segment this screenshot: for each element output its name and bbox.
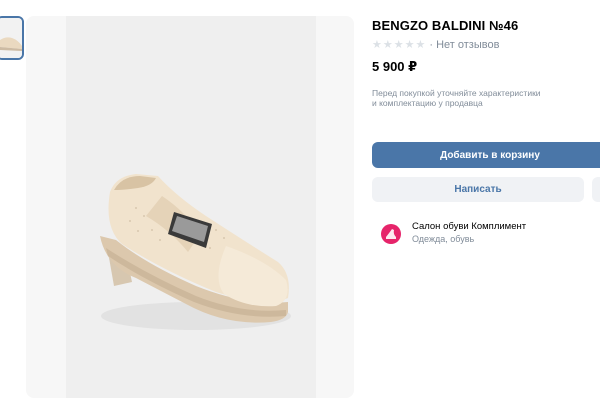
purchase-note: Перед покупкой уточняйте характеристики … [372,88,587,108]
shoe-thumbnail-image [0,18,22,58]
seller-avatar[interactable] [381,224,401,244]
shoe-logo-icon [386,229,396,239]
add-to-cart-button[interactable]: Добавить в корзину [372,142,600,168]
product-title: BENGZO BALDINI №46 [372,18,519,33]
shoe-image [66,16,316,398]
reviews-count[interactable]: · Нет отзывов [429,39,499,51]
rating-row[interactable]: ★ ★ ★ ★ ★ · Нет отзывов [372,38,499,52]
star-icon: ★ [372,39,382,51]
write-message-button[interactable]: Написать [372,177,584,202]
purchase-note-line: и комплектацию у продавца [372,98,483,108]
star-icon: ★ [393,39,404,51]
product-photo[interactable] [66,16,316,398]
star-icon: ★ [382,39,393,51]
product-price: 5 900 ₽ [372,59,418,74]
star-icon: ★ [415,39,426,51]
star-icon: ★ [404,39,415,51]
seller-name[interactable]: Салон обуви Комплимент [412,221,526,232]
more-actions-button[interactable] [592,177,600,202]
product-thumbnail-selected[interactable] [0,16,24,60]
purchase-note-line: Перед покупкой уточняйте характеристики [372,88,541,98]
seller-category: Одежда, обувь [412,234,475,244]
